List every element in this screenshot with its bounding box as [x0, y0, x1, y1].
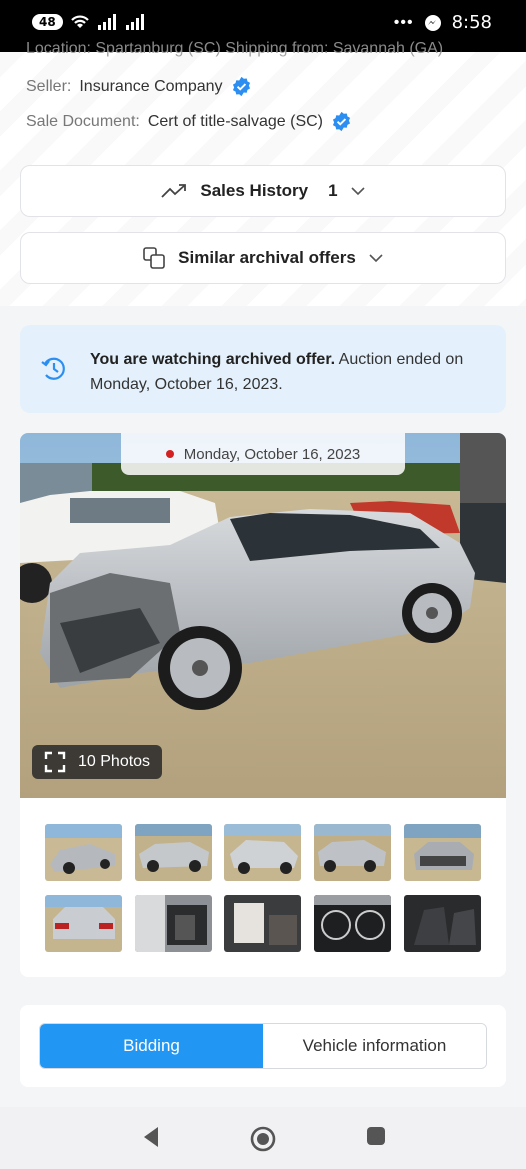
segmented-control: Bidding Vehicle information [39, 1023, 487, 1069]
thumbnail-grid [45, 824, 481, 952]
chevron-down-icon [351, 187, 365, 196]
tab-bidding[interactable]: Bidding [40, 1024, 263, 1068]
archived-offer-banner: You are watching archived offer. Auction… [20, 325, 506, 413]
car-photo-image [20, 433, 506, 798]
thumbnail[interactable] [134, 824, 212, 881]
verified-badge-icon [332, 111, 351, 132]
tabs-card: Bidding Vehicle information [20, 1005, 506, 1087]
main-photo[interactable]: Monday, October 16, 2023 10 Photos [20, 433, 506, 798]
thumbnail[interactable] [403, 895, 481, 952]
sales-history-button[interactable]: Sales History 1 [20, 165, 506, 217]
photo-gallery: Monday, October 16, 2023 10 Photos [20, 433, 506, 977]
location-line: Location: Spartanburg (SC) Shipping from… [26, 40, 444, 57]
clock: 8:58 [451, 12, 492, 33]
back-icon[interactable] [140, 1125, 162, 1149]
sale-document-value: Cert of title-salvage (SC) [147, 112, 324, 130]
signal-icon-2 [125, 14, 144, 30]
wifi-icon [70, 15, 89, 28]
seller-row: Seller: Insurance Company [26, 76, 252, 97]
similar-offers-label: Similar archival offers [178, 248, 356, 267]
sales-history-count: 1 [328, 181, 338, 200]
similar-offers-button[interactable]: Similar archival offers [20, 232, 506, 284]
thumbnail[interactable] [314, 824, 392, 881]
trending-up-icon [161, 184, 187, 198]
fullscreen-icon [44, 751, 66, 773]
banner-text: You are watching archived offer. Auction… [90, 351, 464, 393]
verified-badge-icon [232, 76, 250, 97]
photos-count-button[interactable]: 10 Photos [32, 745, 163, 779]
recents-icon[interactable] [365, 1125, 387, 1147]
thumbnail[interactable] [134, 895, 212, 952]
seller-value: Insurance Company [79, 77, 223, 95]
thumbnail[interactable] [45, 824, 122, 881]
system-nav-bar [0, 1107, 526, 1169]
tab-vehicle-information[interactable]: Vehicle information [263, 1024, 486, 1068]
messenger-icon [424, 14, 441, 31]
sales-history-label: Sales History [200, 181, 309, 200]
thumbnail[interactable] [314, 895, 392, 952]
sale-document-label: Sale Document: [26, 112, 140, 130]
sale-date: Monday, October 16, 2023 [183, 445, 361, 463]
history-icon [41, 357, 65, 380]
status-badge: 48 [32, 14, 63, 30]
thumbnail[interactable] [403, 824, 481, 881]
copy-icon [143, 247, 165, 269]
seller-label: Seller: [26, 77, 72, 95]
photos-count-label: 10 Photos [78, 753, 151, 770]
chevron-down-icon [369, 254, 383, 263]
signal-icon [97, 14, 116, 30]
thumbnail[interactable] [45, 895, 122, 952]
red-dot-icon [165, 450, 174, 458]
home-icon[interactable] [249, 1125, 277, 1153]
thumbnail[interactable] [224, 895, 302, 952]
thumbnail[interactable] [224, 824, 302, 881]
sale-document-row: Sale Document: Cert of title-salvage (SC… [26, 111, 352, 132]
more-dots-icon: ••• [393, 13, 414, 31]
sale-date-chip: Monday, October 16, 2023 [121, 433, 405, 475]
